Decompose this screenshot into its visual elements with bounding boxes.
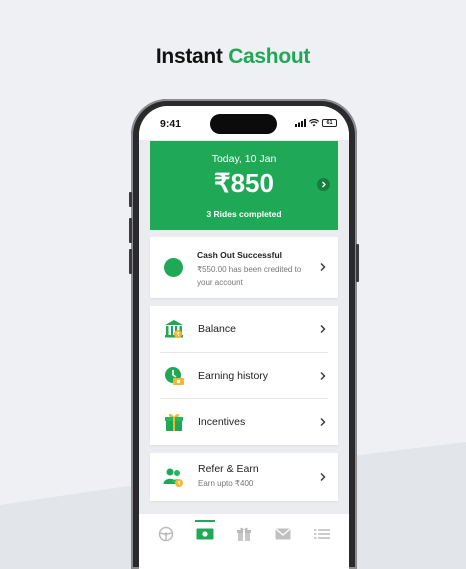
refer-label: Refer & Earn: [198, 463, 259, 475]
gift-icon: [236, 527, 251, 541]
steering-wheel-icon: [159, 526, 174, 542]
rides-completed: 3 Rides completed: [206, 209, 282, 219]
chevron-right-icon: [320, 418, 326, 426]
chevron-right-icon: [320, 325, 326, 333]
cash-icon: [196, 528, 214, 540]
tab-rides[interactable]: [154, 514, 178, 554]
chevron-right-icon[interactable]: [317, 178, 330, 191]
menu-item-label: Earning history: [198, 370, 269, 382]
menu-item-balance[interactable]: ₹ Balance: [150, 306, 338, 352]
menu-item-label: Incentives: [198, 416, 246, 428]
tab-rewards[interactable]: [232, 514, 256, 554]
refer-and-earn-card[interactable]: ₹ Refer & Earn Earn upto ₹400: [150, 453, 338, 501]
refer-people-icon: ₹: [163, 468, 183, 487]
chevron-right-icon: [320, 372, 326, 380]
today-earnings-card[interactable]: Today, 10 Jan ₹850 3 Rides completed: [150, 141, 338, 230]
status-bar: 9:41 61: [139, 106, 349, 140]
svg-text:₹: ₹: [176, 331, 180, 338]
mail-icon: [275, 528, 291, 540]
menu-item-incentives[interactable]: Incentives: [150, 399, 338, 445]
mute-switch: [129, 192, 132, 207]
cashout-message: ₹550.00 has been credited to your accoun…: [197, 265, 302, 287]
headline-part2: Cashout: [228, 45, 311, 68]
tab-wallet[interactable]: [193, 514, 217, 554]
bottom-tab-bar: [139, 514, 349, 569]
signal-icon: [295, 119, 306, 127]
phone-screen: 9:41 61 Today, 10 Jan ₹850 3 Rides compl…: [139, 106, 349, 569]
cashout-notification[interactable]: Cash Out Successful ₹550.00 has been cre…: [150, 237, 338, 298]
wifi-icon: [309, 119, 319, 127]
volume-up-button: [129, 218, 132, 243]
success-dot-icon: [164, 258, 183, 277]
menu-item-label: Balance: [198, 323, 236, 335]
power-button: [356, 244, 359, 282]
wallet-menu: ₹ Balance Earning history Incentives: [150, 306, 338, 445]
battery-icon: 61: [322, 119, 337, 127]
gift-icon: [165, 413, 183, 431]
tab-menu[interactable]: [310, 514, 334, 554]
earnings-history-icon: [165, 367, 184, 385]
chevron-right-icon: [320, 263, 326, 271]
tab-messages[interactable]: [271, 514, 295, 554]
earnings-date: Today, 10 Jan: [211, 153, 277, 165]
volume-down-button: [129, 249, 132, 274]
page-headline: Instant Cashout: [0, 45, 466, 69]
headline-part1: Instant: [155, 45, 223, 68]
refer-subtitle: Earn upto ₹400: [198, 479, 254, 488]
menu-item-earning-history[interactable]: Earning history: [150, 353, 338, 399]
dynamic-island: [210, 114, 277, 134]
status-icons: 61: [295, 119, 337, 127]
cashout-title: Cash Out Successful: [197, 250, 283, 260]
earnings-amount: ₹850: [214, 168, 274, 198]
phone-frame: 9:41 61 Today, 10 Jan ₹850 3 Rides compl…: [129, 99, 359, 569]
bank-icon: ₹: [165, 320, 183, 338]
chevron-right-icon: [320, 473, 326, 481]
status-time: 9:41: [160, 118, 182, 130]
svg-text:₹: ₹: [177, 480, 181, 487]
list-icon: [313, 529, 330, 539]
